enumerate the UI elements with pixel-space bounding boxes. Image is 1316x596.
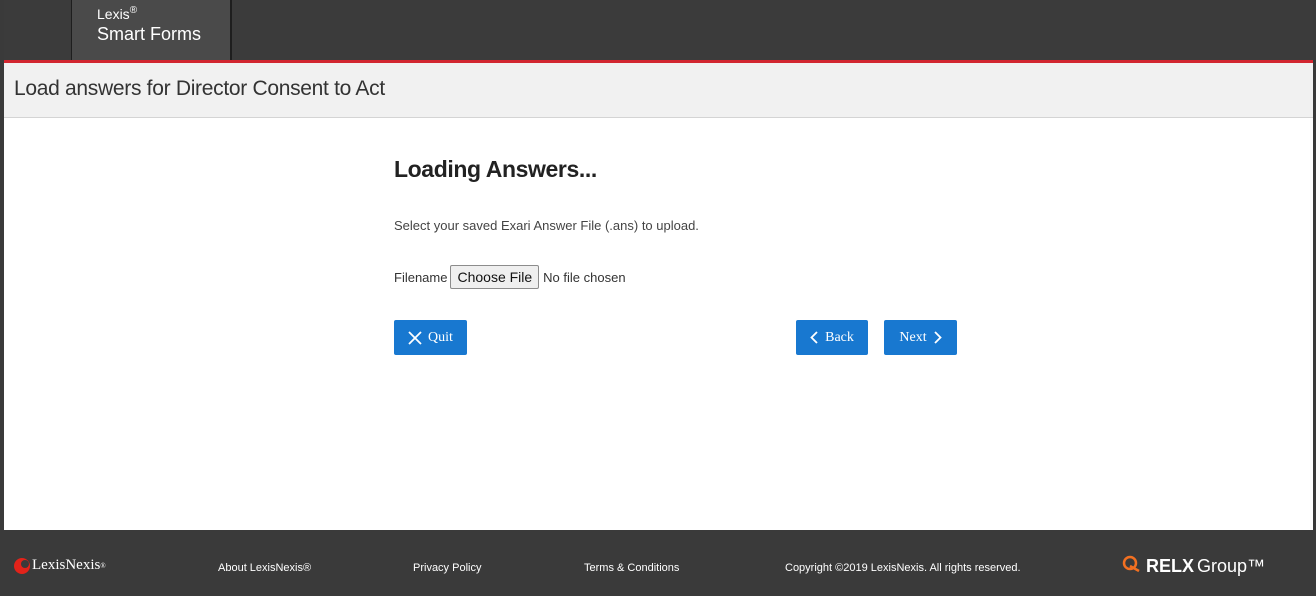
filename-label: Filename <box>394 269 448 285</box>
title-bar: Load answers for Director Consent to Act <box>4 63 1313 118</box>
relx-group-text: Group™ <box>1197 556 1266 576</box>
footer: LexisNexis ® About LexisNexis® Privacy Po… <box>4 530 1313 596</box>
logo-reg-mark: ® <box>100 561 106 570</box>
choose-file-button[interactable]: Choose File <box>450 265 540 289</box>
lexisnexis-logo-text: LexisNexis <box>32 557 101 573</box>
lexisnexis-logo-icon <box>14 557 30 574</box>
about-link[interactable]: About LexisNexis® <box>218 562 311 574</box>
brand-reg-mark: ® <box>129 5 138 16</box>
app-frame: Lexis® Smart Forms Load answers for Dire… <box>0 0 1316 596</box>
brand-smart-forms: Smart Forms <box>97 24 202 44</box>
next-label: Next <box>899 329 927 345</box>
main-content: Loading Answers... Select your saved Exa… <box>394 150 994 355</box>
terms-conditions-link[interactable]: Terms & Conditions <box>584 562 679 574</box>
lexisnexis-logo[interactable]: LexisNexis ® <box>14 557 106 574</box>
next-button[interactable]: Next <box>884 320 957 355</box>
brand-logo[interactable]: Lexis® Smart Forms <box>71 0 232 60</box>
quit-button[interactable]: Quit <box>394 320 467 355</box>
relx-bold-text: RELX <box>1146 556 1195 576</box>
brand-lexis-text: Lexis <box>97 6 130 22</box>
instruction-text: Select your saved Exari Answer File (.an… <box>394 218 699 233</box>
close-icon <box>408 330 422 345</box>
chevron-right-icon <box>933 331 942 344</box>
privacy-policy-link[interactable]: Privacy Policy <box>413 562 481 574</box>
page-title: Load answers for Director Consent to Act <box>14 77 385 100</box>
relx-group-logo[interactable]: RELX Group™ <box>1122 555 1265 578</box>
brand-lexis: Lexis® <box>97 5 138 23</box>
copyright-text: Copyright ©2019 LexisNexis. All rights r… <box>785 562 1021 574</box>
file-upload-row: Filename Choose File No file chosen <box>394 265 626 289</box>
top-header: Lexis® Smart Forms <box>4 0 1313 60</box>
file-status-text: No file chosen <box>543 269 626 285</box>
quit-label: Quit <box>428 329 453 345</box>
chevron-left-icon <box>810 331 818 344</box>
relx-icon <box>1122 555 1142 578</box>
back-button[interactable]: Back <box>796 320 868 355</box>
loading-heading: Loading Answers... <box>394 156 597 182</box>
back-label: Back <box>825 329 854 345</box>
